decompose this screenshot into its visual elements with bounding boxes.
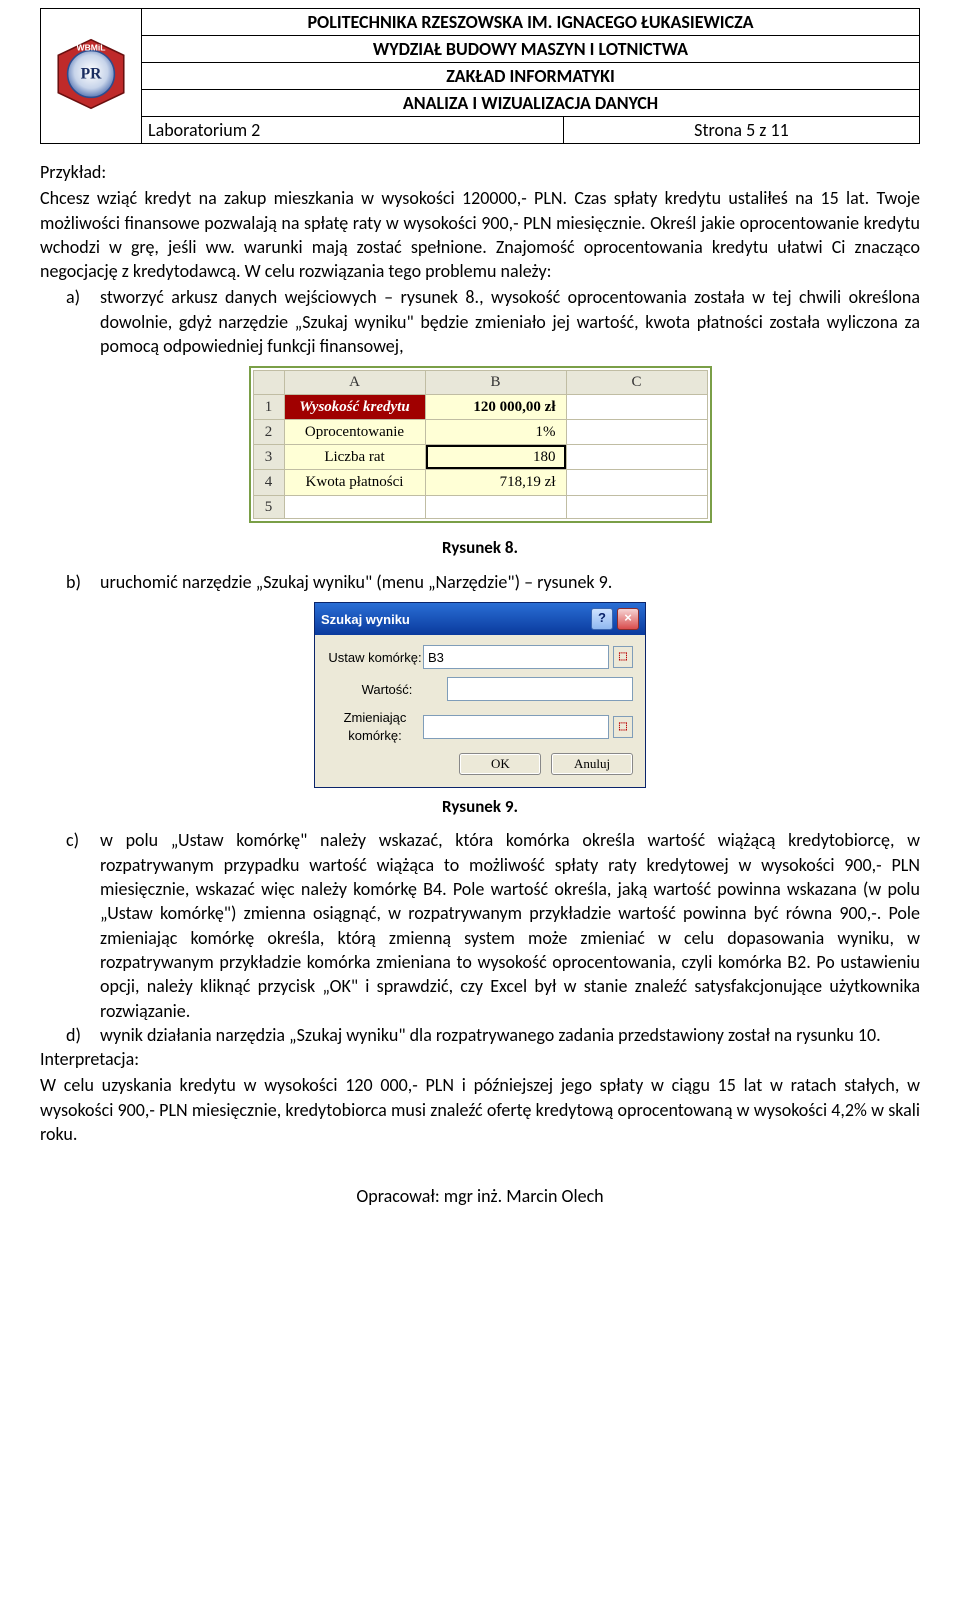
cell-b2: 1%: [425, 419, 566, 444]
input-to-value[interactable]: [447, 677, 633, 701]
cell-c4: [566, 470, 707, 495]
cell-c1: [566, 394, 707, 419]
list-text-b: uruchomić narzędzie „Szukaj wyniku" (men…: [100, 571, 612, 593]
list-text-d: wynik działania narzędzia „Szukaj wyniku…: [100, 1023, 920, 1047]
list-text-a: stworzyć arkusz danych wejściowych – rys…: [100, 285, 920, 358]
ok-button[interactable]: OK: [459, 753, 541, 775]
cell-b1: 120 000,00 zł: [425, 394, 566, 419]
label-interpretacja: Interpretacja:: [40, 1047, 920, 1071]
row-header: 1: [253, 394, 284, 419]
help-button[interactable]: ?: [591, 608, 613, 630]
close-button[interactable]: ×: [617, 608, 639, 630]
list-marker-d: d): [66, 1023, 81, 1047]
cell-c3: [566, 445, 707, 470]
row-header: 2: [253, 419, 284, 444]
svg-text:PR: PR: [81, 65, 103, 82]
col-header-c: C: [566, 371, 707, 394]
goal-seek-dialog: Szukaj wyniku ? × Ustaw komórkę: ⬚: [314, 602, 646, 787]
logo-text: WBMiL: [76, 42, 105, 52]
list-marker-b: b): [66, 570, 81, 594]
cell-a1: Wysokość kredytu: [284, 394, 425, 419]
cell-a2: Oprocentowanie: [284, 419, 425, 444]
label-przyklad: Przykład:: [40, 160, 920, 184]
list-text-c: w polu „Ustaw komórkę" należy wskazać, k…: [100, 828, 920, 1022]
row-header: 4: [253, 470, 284, 495]
input-set-cell[interactable]: [423, 645, 609, 669]
university-logo: PR WBMiL: [52, 35, 130, 113]
paragraph-interpretacja: W celu uzyskania kredytu w wysokości 120…: [40, 1073, 920, 1146]
ref-picker-icon[interactable]: ⬚: [613, 716, 633, 738]
header-line-4: ANALIZA I WIZUALIZACJA DANYCH: [142, 90, 920, 117]
label-to-value: Wartość:: [327, 681, 447, 699]
page-header: PR WBMiL POLITECHNIKA RZESZOWSKA IM. IGN…: [40, 0, 920, 150]
col-header-b: B: [425, 371, 566, 394]
row-header: 3: [253, 445, 284, 470]
caption-fig8: Rysunek 8.: [40, 537, 920, 560]
cell-c2: [566, 419, 707, 444]
dialog-titlebar: Szukaj wyniku ? ×: [315, 603, 645, 635]
cell-b4: 718,19 zł: [425, 470, 566, 495]
label-changing-cell: Zmieniając komórkę:: [327, 709, 423, 744]
spreadsheet-figure: A B C 1 Wysokość kredytu 120 000,00 zł 2…: [249, 366, 712, 523]
cell-a4: Kwota płatności: [284, 470, 425, 495]
cell-a3: Liczba rat: [284, 445, 425, 470]
cell-b3-selected: 180: [425, 445, 566, 470]
dialog-title: Szukaj wyniku: [321, 611, 410, 629]
header-line-3: ZAKŁAD INFORMATYKI: [142, 63, 920, 90]
cell-a5: [284, 495, 425, 518]
list-marker-c: c): [66, 828, 79, 852]
header-page: Strona 5 z 11: [563, 117, 919, 144]
row-header: 5: [253, 495, 284, 518]
header-lab: Laboratorium 2: [142, 117, 564, 144]
paragraph-intro: Chcesz wziąć kredyt na zakup mieszkania …: [40, 186, 920, 283]
label-set-cell: Ustaw komórkę:: [327, 649, 423, 667]
cell-b5: [425, 495, 566, 518]
caption-fig9: Rysunek 9.: [40, 796, 920, 819]
header-line-1: POLITECHNIKA RZESZOWSKA IM. IGNACEGO ŁUK…: [142, 9, 920, 36]
footer-author: Opracował: mgr inż. Marcin Olech: [40, 1184, 920, 1208]
ref-picker-icon[interactable]: ⬚: [613, 646, 633, 668]
sheet-corner: [253, 371, 284, 394]
cancel-button[interactable]: Anuluj: [551, 753, 633, 775]
col-header-a: A: [284, 371, 425, 394]
input-changing-cell[interactable]: [423, 715, 609, 739]
list-marker-a: a): [66, 285, 80, 309]
header-table: PR WBMiL POLITECHNIKA RZESZOWSKA IM. IGN…: [40, 8, 920, 144]
header-line-2: WYDZIAŁ BUDOWY MASZYN I LOTNICTWA: [142, 36, 920, 63]
cell-c5: [566, 495, 707, 518]
logo-cell: PR WBMiL: [41, 9, 142, 144]
